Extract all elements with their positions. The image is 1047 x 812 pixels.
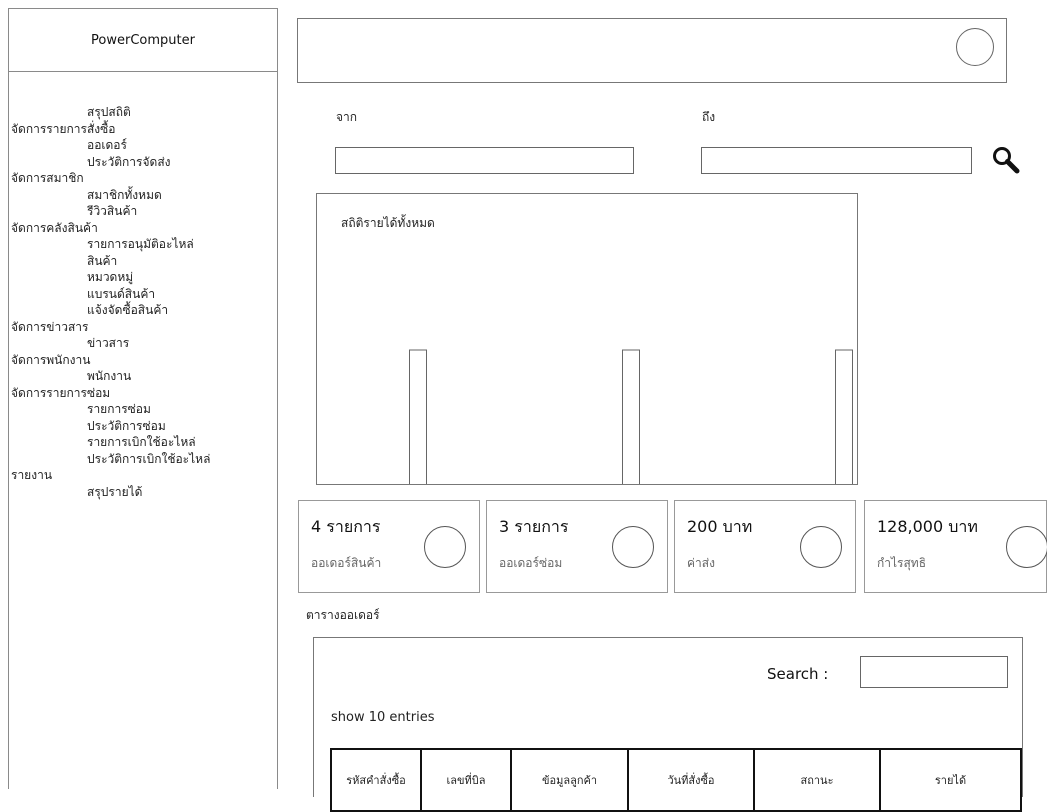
sidebar-group-4[interactable]: จัดการสมาชิก <box>9 170 277 187</box>
summary-card-icon <box>800 526 842 568</box>
summary-card-2[interactable]: 200 บาทค่าส่ง <box>674 500 856 593</box>
profile-avatar[interactable] <box>956 28 994 66</box>
sidebar-group-22[interactable]: รายงาน <box>9 467 277 484</box>
sidebar-item-10[interactable]: หมวดหมู่ <box>9 269 277 286</box>
summary-card-value: 3 รายการ <box>499 517 569 536</box>
column-header-5[interactable]: รายได้ <box>879 748 1022 812</box>
sidebar-item-16[interactable]: พนักงาน <box>9 368 277 385</box>
search-label: Search : <box>767 665 829 683</box>
table-header-row: รหัสคำสั่งซื้อ เลขที่บิล ข้อมูลลูกค้า วันที… <box>330 748 1022 812</box>
column-header-3[interactable]: วันที่สั่งซื้อ <box>627 748 755 812</box>
summary-card-0[interactable]: 4 รายการออเดอร์สินค้า <box>298 500 480 593</box>
sidebar-group-1[interactable]: จัดการรายการสั่งซื้อ <box>9 121 277 138</box>
sidebar-item-8[interactable]: รายการอนุมัติอะไหล่ <box>9 236 277 253</box>
summary-card-3[interactable]: 128,000 บาทกำไรสุทธิ <box>864 500 1047 593</box>
summary-card-1[interactable]: 3 รายการออเดอร์ซ่อม <box>486 500 668 593</box>
sidebar-group-15[interactable]: จัดการพนักงาน <box>9 352 277 369</box>
summary-card-caption: กำไรสุทธิ <box>877 556 927 570</box>
column-header-0[interactable]: รหัสคำสั่งซื้อ <box>330 748 422 812</box>
summary-card-value: 4 รายการ <box>311 517 381 536</box>
table-search-input[interactable] <box>860 656 1008 688</box>
sidebar-item-12[interactable]: แจ้งจัดซื้อสินค้า <box>9 302 277 319</box>
sidebar-item-5[interactable]: สมาชิกทั้งหมด <box>9 187 277 204</box>
sidebar-group-17[interactable]: จัดการรายการซ่อม <box>9 385 277 402</box>
from-date-input[interactable] <box>335 147 634 174</box>
column-header-4[interactable]: สถานะ <box>753 748 881 812</box>
sidebar-item-11[interactable]: แบรนด์สินค้า <box>9 286 277 303</box>
sidebar-group-7[interactable]: จัดการคลังสินค้า <box>9 220 277 237</box>
from-label: จาก <box>336 110 358 124</box>
orders-table-panel: Search : show 10 entries รหัสคำสั่งซื้อเ… <box>313 637 1023 812</box>
summary-card-icon <box>612 526 654 568</box>
sidebar-item-23[interactable]: สรุปรายได้ <box>9 484 277 501</box>
summary-card-value: 128,000 บาท <box>877 517 978 536</box>
sidebar-menu: สรุปสถิติ จัดการรายการสั่งซื้อ ออเดอร์ ประว… <box>9 104 277 500</box>
sidebar-item-3[interactable]: ประวัติการจัดส่ง <box>9 154 277 171</box>
chart-bar-2 <box>835 349 853 484</box>
sidebar-item-20[interactable]: รายการเบิกใช้อะไหล่ <box>9 434 277 451</box>
sidebar-item-2[interactable]: ออเดอร์ <box>9 137 277 154</box>
summary-card-caption: ออเดอร์สินค้า <box>311 556 382 570</box>
summary-card-caption: ค่าส่ง <box>687 556 715 570</box>
sidebar-item-14[interactable]: ข่าวสาร <box>9 335 277 352</box>
chart-canvas <box>409 349 853 484</box>
show-entries-select[interactable]: show 10 entries <box>331 710 434 725</box>
column-header-2[interactable]: ข้อมูลลูกค้า <box>510 748 629 812</box>
top-bar <box>297 18 1007 83</box>
sidebar-item-18[interactable]: รายการซ่อม <box>9 401 277 418</box>
to-label: ถึง <box>702 110 716 124</box>
chart-bar-0 <box>409 349 427 484</box>
revenue-chart: สถิติรายได้ทั้งหมด <box>316 193 858 485</box>
summary-card-value: 200 บาท <box>687 517 753 536</box>
orders-heading: ตารางออเดอร์ <box>306 608 380 622</box>
sidebar-item-19[interactable]: ประวัติการซ่อม <box>9 418 277 435</box>
summary-card-caption: ออเดอร์ซ่อม <box>499 556 563 570</box>
sidebar-item-21[interactable]: ประวัติการเบิกใช้อะไหล่ <box>9 451 277 468</box>
sidebar-item-0[interactable]: สรุปสถิติ <box>9 104 277 121</box>
sidebar: PowerComputer สรุปสถิติ จัดการรายการสั่งซ… <box>8 8 278 789</box>
to-date-input[interactable] <box>701 147 972 174</box>
brand-title: PowerComputer <box>9 9 277 72</box>
chart-bar-1 <box>622 349 640 484</box>
search-icon[interactable] <box>990 144 1022 176</box>
summary-card-icon <box>424 526 466 568</box>
sidebar-item-9[interactable]: สินค้า <box>9 253 277 270</box>
sidebar-group-13[interactable]: จัดการข่าวสาร <box>9 319 277 336</box>
orders-table: รหัสคำสั่งซื้อ เลขที่บิล ข้อมูลลูกค้า วันที… <box>330 748 1022 812</box>
sidebar-item-6[interactable]: รีวิวสินค้า <box>9 203 277 220</box>
summary-card-icon <box>1006 526 1047 568</box>
column-header-1[interactable]: เลขที่บิล <box>420 748 512 812</box>
